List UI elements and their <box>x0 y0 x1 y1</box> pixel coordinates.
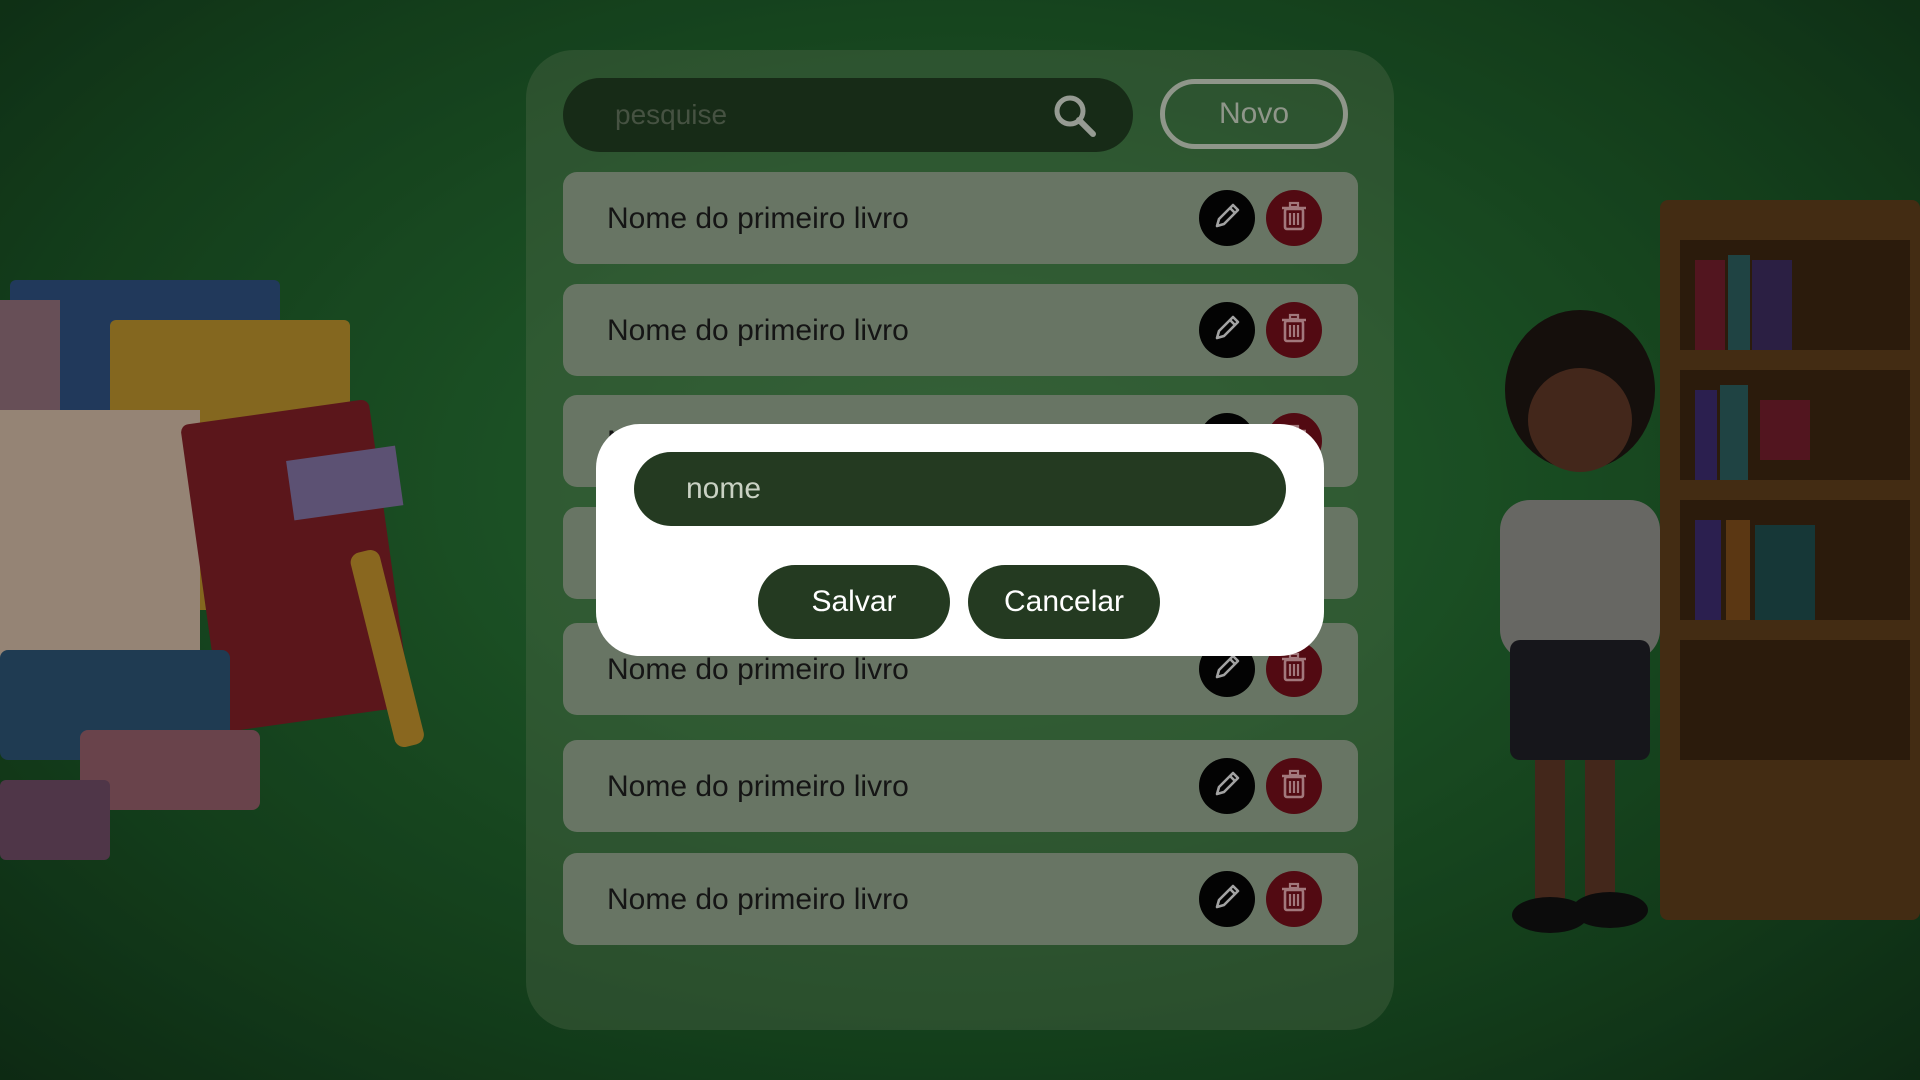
name-input[interactable] <box>634 452 1286 526</box>
save-button[interactable]: Salvar <box>758 565 950 639</box>
cancel-button[interactable]: Cancelar <box>968 565 1160 639</box>
book-name-dialog: Salvar Cancelar <box>596 424 1324 656</box>
